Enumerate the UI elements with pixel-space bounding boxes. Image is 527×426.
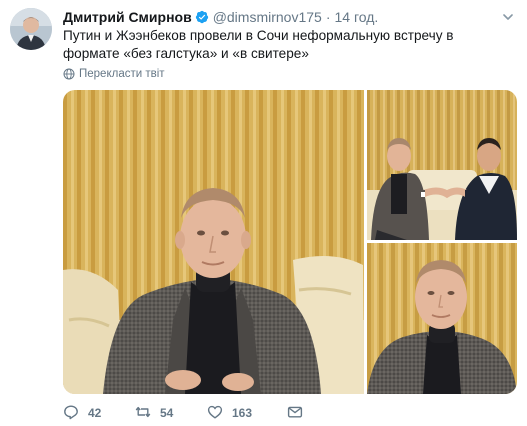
- heart-icon: [207, 404, 223, 423]
- photo-handshake[interactable]: [367, 90, 517, 240]
- reply-count: 42: [88, 406, 102, 420]
- reply-button[interactable]: 42: [63, 404, 135, 423]
- media-grid: [63, 90, 517, 394]
- verified-badge-icon: [195, 10, 209, 24]
- direct-message-button[interactable]: [287, 404, 303, 423]
- reply-icon: [63, 404, 79, 423]
- translate-tweet-link[interactable]: Перекласти твіт: [63, 66, 165, 82]
- author-handle[interactable]: @dimsmirnov175: [213, 9, 322, 25]
- author-display-name[interactable]: Дмитрий Смирнов: [63, 9, 192, 25]
- photo-closeup[interactable]: [367, 243, 517, 394]
- tweet-timestamp[interactable]: 14 год.: [335, 9, 379, 25]
- retweet-count: 54: [160, 406, 174, 420]
- envelope-icon: [287, 404, 303, 423]
- tweet-text: Путин и Жээнбеков провели в Сочи неформа…: [63, 28, 454, 61]
- globe-icon: [63, 68, 75, 80]
- retweet-button[interactable]: 54: [135, 404, 207, 423]
- tweet-card[interactable]: Дмитрий Смирнов @dimsmirnov175 · 14 год.…: [0, 0, 527, 426]
- photo-main[interactable]: [63, 90, 364, 394]
- chevron-down-icon[interactable]: [501, 10, 515, 24]
- retweet-icon: [135, 404, 151, 423]
- tweet-header: Дмитрий Смирнов @dimsmirnov175 · 14 год.: [63, 7, 497, 27]
- author-avatar[interactable]: [10, 8, 52, 50]
- translate-tweet-label: Перекласти твіт: [79, 68, 165, 80]
- like-count: 163: [232, 406, 253, 420]
- like-button[interactable]: 163: [207, 404, 287, 423]
- header-separator: ·: [325, 9, 331, 25]
- tweet-actions: 42 54 163: [63, 403, 303, 423]
